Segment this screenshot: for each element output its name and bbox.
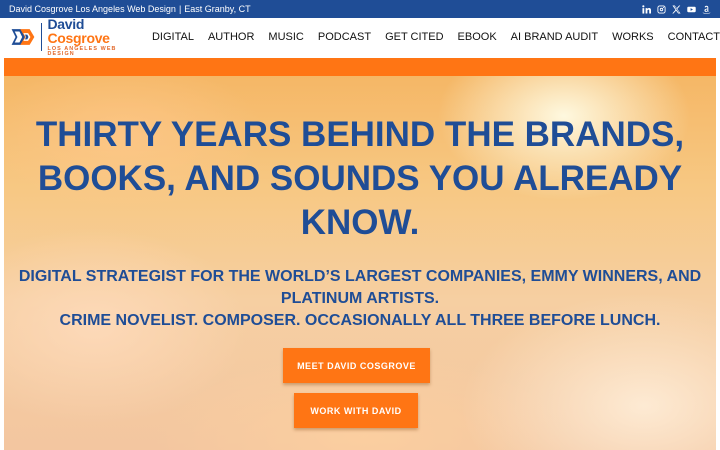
location-text: East Granby, CT — [184, 4, 251, 14]
nav-item-music[interactable]: MUSIC — [268, 31, 303, 43]
main-nav: DIGITAL AUTHOR MUSIC PODCAST GET CITED E… — [152, 31, 720, 43]
logo-name: David Cosgrove — [48, 17, 128, 45]
site-logo[interactable]: David Cosgrove LOS ANGELES WEB DESIGN — [10, 17, 128, 57]
nav-item-ai-brand-audit[interactable]: AI BRAND AUDIT — [511, 31, 598, 43]
logo-text: David Cosgrove LOS ANGELES WEB DESIGN — [48, 17, 128, 58]
nav-item-podcast[interactable]: PODCAST — [318, 31, 371, 43]
x-icon[interactable] — [672, 4, 681, 14]
youtube-icon[interactable] — [687, 5, 696, 14]
linkedin-icon[interactable] — [642, 4, 651, 14]
meet-david-button[interactable]: MEET DAVID COSGROVE — [283, 348, 430, 383]
top-bar: David Cosgrove Los Angeles Web Design | … — [0, 0, 720, 18]
work-with-david-button[interactable]: WORK WITH DAVID — [294, 393, 418, 428]
instagram-icon[interactable] — [657, 4, 666, 14]
nav-item-ebook[interactable]: EBOOK — [458, 31, 497, 43]
site-line: David Cosgrove Los Angeles Web Design — [9, 4, 176, 14]
hero-title: THIRTY YEARS BEHIND THE BRANDS, BOOKS, A… — [35, 115, 685, 242]
orange-divider-bar — [4, 58, 716, 76]
nav-item-author[interactable]: AUTHOR — [208, 31, 254, 43]
hero-subtitle-line-1: DIGITAL STRATEGIST FOR THE WORLD’S LARGE… — [18, 268, 702, 307]
logo-mark-icon — [11, 29, 35, 45]
nav-item-get-cited[interactable]: GET CITED — [385, 31, 443, 43]
main-header: David Cosgrove LOS ANGELES WEB DESIGN DI… — [0, 17, 720, 57]
hero-subtitle: DIGITAL STRATEGIST FOR THE WORLD’S LARGE… — [4, 266, 716, 332]
amazon-icon[interactable] — [702, 5, 711, 14]
logo-divider — [40, 23, 42, 51]
hero-section: THIRTY YEARS BEHIND THE BRANDS, BOOKS, A… — [4, 76, 716, 450]
social-links — [642, 4, 711, 14]
nav-item-digital[interactable]: DIGITAL — [152, 31, 194, 43]
nav-item-works[interactable]: WORKS — [612, 31, 654, 43]
logo-last-name: Cosgrove — [47, 29, 110, 46]
topbar-separator: | — [178, 4, 182, 14]
logo-tagline: LOS ANGELES WEB DESIGN — [47, 45, 117, 57]
nav-item-contact[interactable]: CONTACT — [668, 31, 720, 43]
hero-subtitle-line-2: CRIME NOVELIST. COMPOSER. OCCASIONALLY A… — [59, 312, 661, 329]
